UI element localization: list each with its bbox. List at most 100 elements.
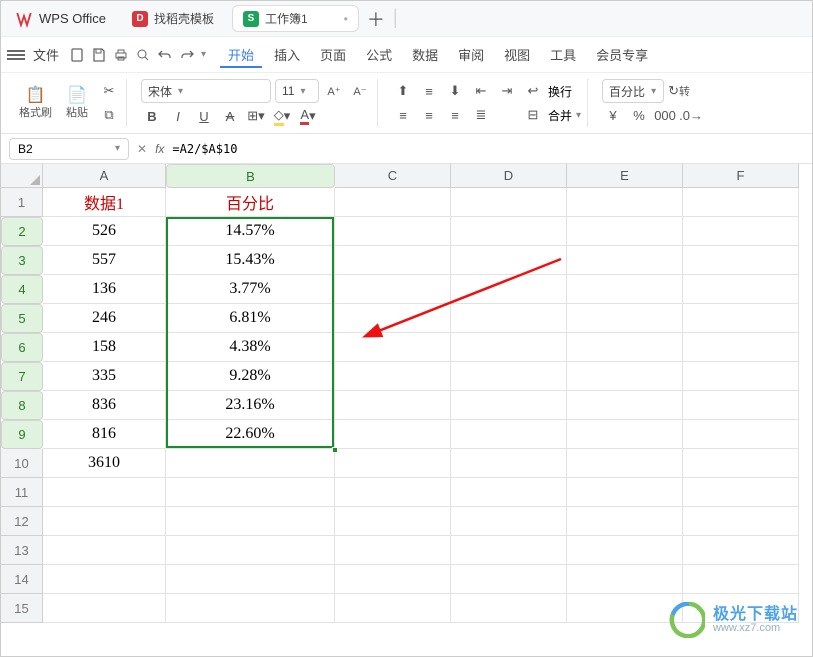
cell[interactable] (451, 217, 567, 246)
cell[interactable] (166, 536, 335, 565)
format-painter-button[interactable]: 📋格式刷 (15, 84, 56, 122)
row-header[interactable]: 2 (1, 217, 43, 246)
cell[interactable] (683, 333, 799, 362)
cell[interactable] (683, 304, 799, 333)
cell[interactable] (335, 536, 451, 565)
cell[interactable] (43, 536, 166, 565)
menu-view[interactable]: 视图 (496, 41, 538, 68)
cell[interactable] (451, 420, 567, 449)
cell[interactable] (451, 594, 567, 623)
wrap-icon[interactable]: ↩ (522, 80, 544, 102)
cell[interactable] (567, 507, 683, 536)
undo-icon[interactable] (157, 47, 173, 63)
cell[interactable]: 526 (43, 217, 166, 246)
cell[interactable]: 816 (43, 420, 166, 449)
cell[interactable] (683, 507, 799, 536)
menu-start[interactable]: 开始 (220, 41, 262, 68)
col-header-E[interactable]: E (567, 164, 683, 188)
redo-icon[interactable] (179, 47, 195, 63)
row-header[interactable]: 5 (1, 304, 43, 333)
cell[interactable] (567, 391, 683, 420)
cell[interactable] (43, 594, 166, 623)
cell[interactable] (335, 304, 451, 333)
tab-workbook[interactable]: S 工作簿1 • (232, 5, 359, 32)
underline-icon[interactable]: U (193, 105, 215, 127)
file-menu[interactable]: 文件 (33, 45, 59, 64)
cell[interactable]: 6.81% (166, 304, 335, 333)
inc-indent-icon[interactable]: ⇥ (496, 80, 518, 102)
fx-icon[interactable]: fx (155, 142, 164, 156)
select-all-corner[interactable] (1, 164, 43, 188)
grow-font-icon[interactable]: A⁺ (323, 80, 345, 102)
cell[interactable] (683, 420, 799, 449)
bold-icon[interactable]: B (141, 105, 163, 127)
fill-handle[interactable] (332, 447, 338, 453)
cell[interactable] (335, 275, 451, 304)
menu-tools[interactable]: 工具 (542, 41, 584, 68)
menu-review[interactable]: 审阅 (450, 41, 492, 68)
menu-insert[interactable]: 插入 (266, 41, 308, 68)
cell[interactable] (166, 478, 335, 507)
cell[interactable] (683, 362, 799, 391)
cell[interactable]: 158 (43, 333, 166, 362)
cell[interactable] (451, 275, 567, 304)
cells-area[interactable]: 数据1百分比 52614.57% 55715.43% 1363.77% 2466… (43, 188, 799, 623)
cell[interactable] (166, 565, 335, 594)
cell[interactable] (335, 391, 451, 420)
cell[interactable]: 数据1 (43, 188, 166, 217)
cell[interactable] (335, 449, 451, 478)
paste-button[interactable]: 📄粘贴 (60, 84, 94, 122)
col-header-C[interactable]: C (335, 164, 451, 188)
align-left-icon[interactable]: ≡ (392, 104, 414, 126)
number-format-select[interactable]: 百分比 (602, 79, 664, 103)
cell[interactable] (567, 275, 683, 304)
cell[interactable] (683, 449, 799, 478)
comma-icon[interactable]: 000 (654, 104, 676, 126)
cell[interactable] (567, 536, 683, 565)
qab-dropdown-icon[interactable]: ▾ (201, 49, 206, 60)
cell[interactable]: 557 (43, 246, 166, 275)
font-size-select[interactable]: 11 (275, 79, 319, 103)
cell[interactable] (335, 507, 451, 536)
trans-icon[interactable]: ↻转 (668, 80, 690, 102)
row-header[interactable]: 13 (1, 536, 43, 565)
cell[interactable] (43, 507, 166, 536)
cell[interactable] (567, 188, 683, 217)
align-bot-icon[interactable]: ⬇ (444, 80, 466, 102)
strike-icon[interactable]: A (219, 105, 241, 127)
cell[interactable] (43, 565, 166, 594)
row-header[interactable]: 10 (1, 449, 43, 478)
cell[interactable] (451, 333, 567, 362)
cell[interactable]: 22.60% (166, 420, 335, 449)
cell[interactable]: 836 (43, 391, 166, 420)
cell[interactable] (567, 362, 683, 391)
cell[interactable] (567, 565, 683, 594)
cell[interactable] (451, 188, 567, 217)
cell[interactable] (683, 275, 799, 304)
row-header[interactable]: 1 (1, 188, 43, 217)
shrink-font-icon[interactable]: A⁻ (349, 80, 371, 102)
cell[interactable] (451, 449, 567, 478)
row-header[interactable]: 3 (1, 246, 43, 275)
fill-color-icon[interactable]: ◇▾ (271, 105, 293, 127)
cell[interactable] (567, 333, 683, 362)
new-icon[interactable] (69, 47, 85, 63)
col-header-D[interactable]: D (451, 164, 567, 188)
cell[interactable] (451, 246, 567, 275)
cell[interactable]: 3610 (43, 449, 166, 478)
cell[interactable] (335, 478, 451, 507)
row-header[interactable]: 6 (1, 333, 43, 362)
name-box[interactable]: B2▾ (9, 138, 129, 160)
cell[interactable] (451, 478, 567, 507)
cell[interactable] (567, 478, 683, 507)
align-right-icon[interactable]: ≡ (444, 104, 466, 126)
align-center-icon[interactable]: ≡ (418, 104, 440, 126)
dec-indent-icon[interactable]: ⇤ (470, 80, 492, 102)
cell[interactable]: 15.43% (166, 246, 335, 275)
cell[interactable] (335, 565, 451, 594)
cell[interactable]: 4.38% (166, 333, 335, 362)
percent-icon[interactable]: % (628, 104, 650, 126)
menu-icon[interactable] (7, 48, 25, 62)
font-color-icon[interactable]: A▾ (297, 105, 319, 127)
cell[interactable] (451, 391, 567, 420)
